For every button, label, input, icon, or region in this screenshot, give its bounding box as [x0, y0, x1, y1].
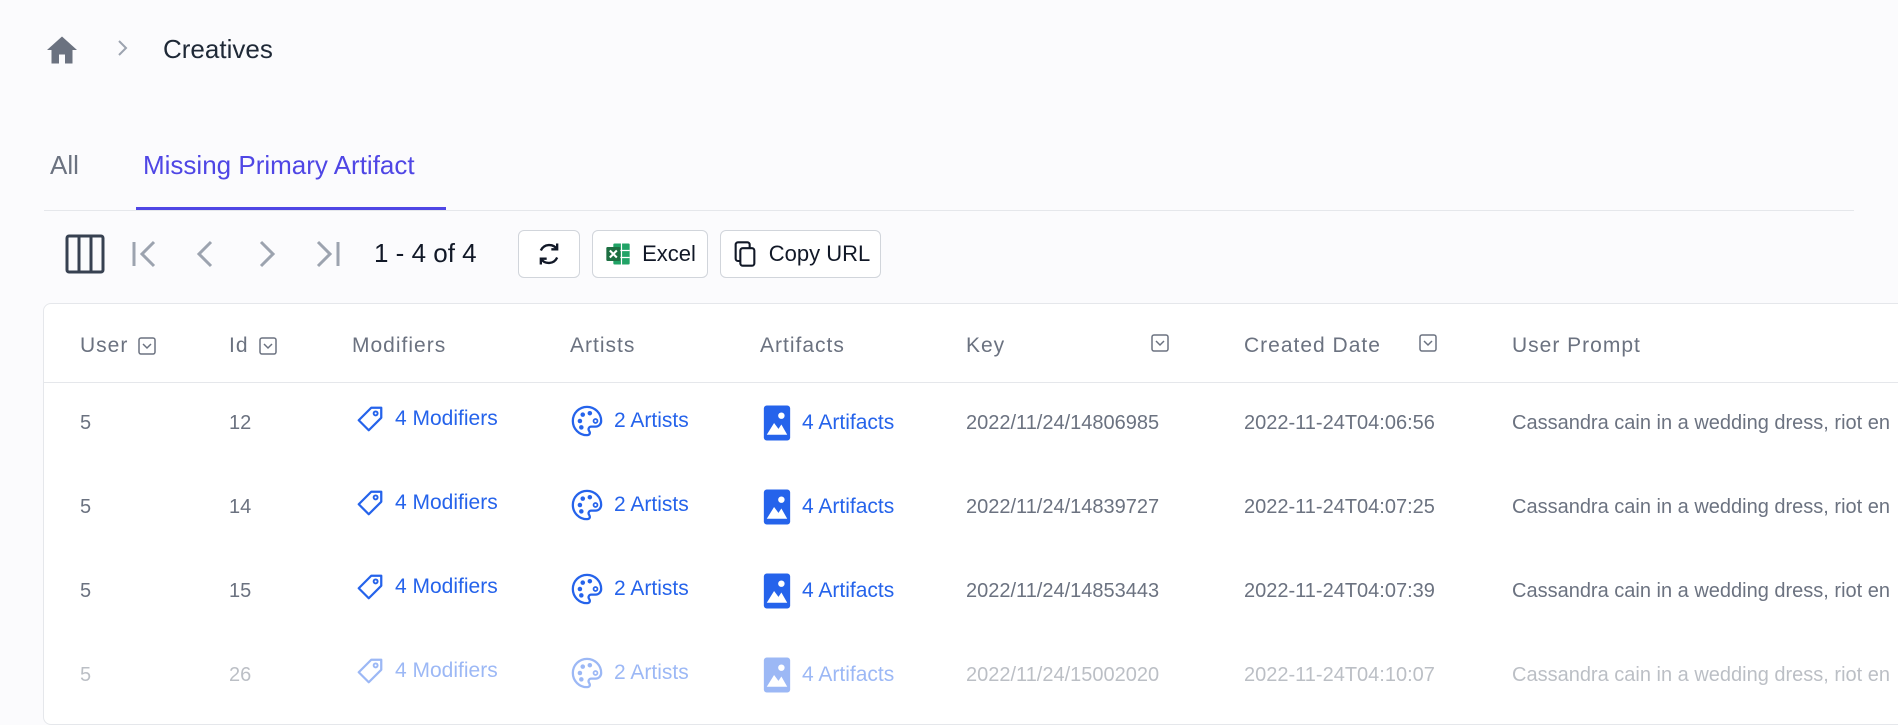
artists-link[interactable]: 2 Artists	[570, 656, 689, 690]
excel-label: Excel	[642, 241, 696, 266]
cell-key: 2022/11/24/14806985	[966, 412, 1160, 434]
artifacts-link[interactable]: 4 Artifacts	[762, 572, 894, 610]
cell-created-date: 2022-11-24T04:07:39	[1244, 580, 1435, 602]
cell-id: 14	[229, 496, 252, 518]
copy-url-label: Copy URL	[768, 241, 871, 266]
cell-created-date: 2022-11-24T04:07:25	[1244, 496, 1435, 518]
artists-link[interactable]: 2 Artists	[570, 488, 689, 522]
cell-id: 12	[229, 412, 252, 434]
sort-dropdown-icon[interactable]	[258, 337, 277, 355]
copy-url-button[interactable]: Copy URL	[720, 230, 881, 278]
sort-dropdown-icon[interactable]	[138, 337, 157, 355]
next-page-icon[interactable]	[246, 234, 286, 274]
column-header-created-date[interactable]: Created Date	[1244, 334, 1381, 358]
palette-icon	[571, 657, 603, 689]
tab-missing-primary-artifact[interactable]: Missing Primary Artifact	[143, 150, 415, 181]
cell-user-prompt: Cassandra cain in a wedding dress, riot …	[1512, 664, 1890, 686]
column-header-artifacts[interactable]: Artifacts	[760, 334, 845, 358]
copy-icon	[734, 241, 756, 267]
cell-key: 2022/11/24/15002020	[966, 664, 1160, 686]
cell-created-date: 2022-11-24T04:10:07	[1244, 664, 1435, 686]
modifiers-link[interactable]: 4 Modifiers	[355, 656, 498, 686]
cell-user-prompt: Cassandra cain in a wedding dress, riot …	[1512, 496, 1890, 518]
column-header-modifiers[interactable]: Modifiers	[352, 334, 446, 358]
artists-link[interactable]: 2 Artists	[570, 572, 689, 606]
image-icon	[763, 405, 791, 441]
sort-dropdown-icon[interactable]	[1419, 334, 1437, 352]
cell-key: 2022/11/24/14839727	[966, 496, 1160, 518]
column-header-artists[interactable]: Artists	[570, 334, 635, 358]
column-header-key[interactable]: Key	[966, 334, 1005, 358]
tabs-divider	[44, 210, 1854, 211]
first-page-icon[interactable]	[126, 234, 166, 274]
cell-user: 5	[80, 664, 92, 686]
artifacts-link[interactable]: 4 Artifacts	[762, 404, 894, 442]
modifiers-link[interactable]: 4 Modifiers	[355, 404, 498, 434]
cell-user-prompt: Cassandra cain in a wedding dress, riot …	[1512, 580, 1890, 602]
image-icon	[763, 489, 791, 525]
tag-icon	[357, 658, 383, 684]
column-header-id[interactable]: Id	[229, 334, 277, 358]
cell-key: 2022/11/24/14853443	[966, 580, 1160, 602]
tag-icon	[357, 574, 383, 600]
page-title: Creatives	[163, 34, 273, 64]
cell-created-date: 2022-11-24T04:06:56	[1244, 412, 1435, 434]
excel-icon	[606, 243, 630, 265]
pagination-count: 1 - 4 of 4	[374, 238, 477, 268]
chevron-right-icon	[118, 40, 128, 56]
sort-dropdown-icon[interactable]	[1151, 334, 1169, 352]
refresh-icon	[539, 243, 559, 265]
tag-icon	[357, 406, 383, 432]
palette-icon	[571, 405, 603, 437]
tag-icon	[357, 490, 383, 516]
cell-user-prompt: Cassandra cain in a wedding dress, riot …	[1512, 412, 1890, 434]
previous-page-icon[interactable]	[186, 234, 226, 274]
palette-icon	[571, 573, 603, 605]
cell-user: 5	[80, 412, 92, 434]
cell-id: 26	[229, 664, 252, 686]
palette-icon	[571, 489, 603, 521]
header-divider	[44, 382, 1898, 383]
cell-id: 15	[229, 580, 252, 602]
columns-icon[interactable]	[65, 234, 105, 274]
column-header-user[interactable]: User	[80, 334, 157, 358]
refresh-button[interactable]	[518, 230, 580, 278]
last-page-icon[interactable]	[306, 234, 346, 274]
artifacts-link[interactable]: 4 Artifacts	[762, 488, 894, 526]
excel-export-button[interactable]: Excel	[592, 230, 708, 278]
home-icon[interactable]	[44, 32, 80, 68]
modifiers-link[interactable]: 4 Modifiers	[355, 572, 498, 602]
cell-user: 5	[80, 580, 92, 602]
artifacts-link[interactable]: 4 Artifacts	[762, 656, 894, 694]
column-header-user-prompt[interactable]: User Prompt	[1512, 334, 1641, 358]
modifiers-link[interactable]: 4 Modifiers	[355, 488, 498, 518]
image-icon	[763, 657, 791, 693]
artists-link[interactable]: 2 Artists	[570, 404, 689, 438]
cell-user: 5	[80, 496, 92, 518]
image-icon	[763, 573, 791, 609]
tab-all[interactable]: All	[50, 150, 79, 181]
